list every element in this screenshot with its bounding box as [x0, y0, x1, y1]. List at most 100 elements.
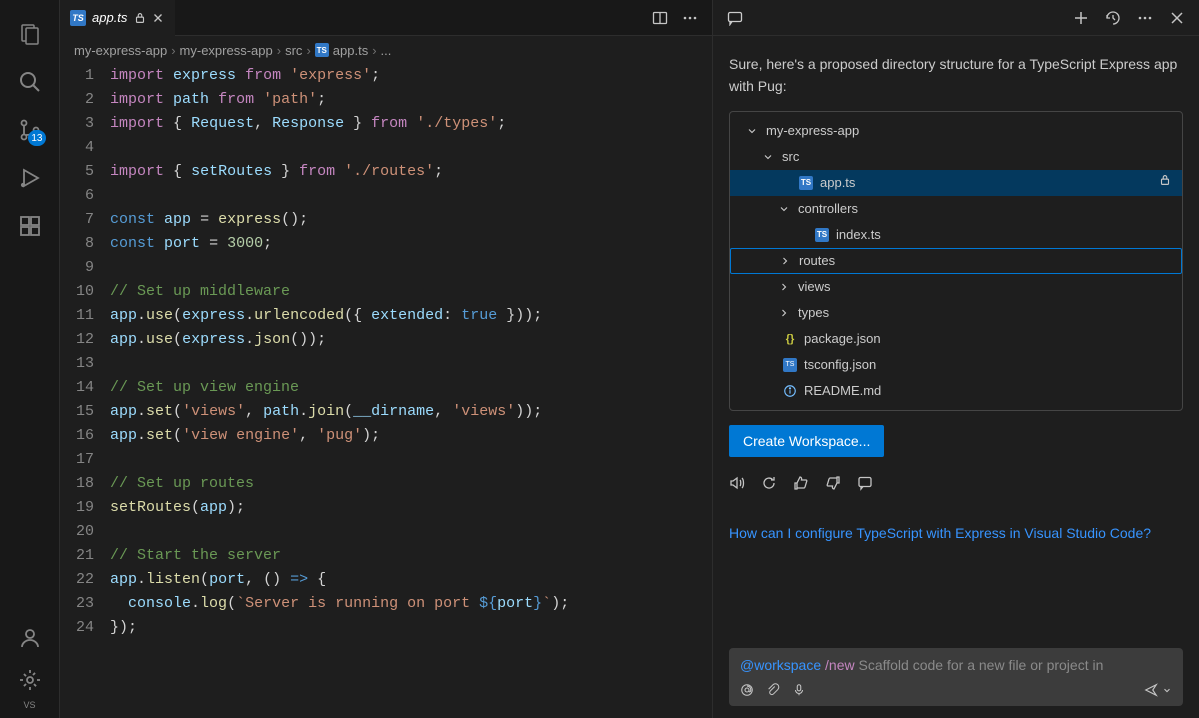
- code-editor[interactable]: 123456789101112131415161718192021222324 …: [60, 64, 712, 718]
- line-number: 13: [60, 352, 94, 376]
- tree-item[interactable]: my-express-app: [730, 118, 1182, 144]
- code-line[interactable]: [110, 256, 702, 280]
- tree-item-label: index.ts: [836, 225, 881, 245]
- close-icon[interactable]: [151, 11, 165, 25]
- code-line[interactable]: app.use(express.json());: [110, 328, 702, 352]
- chat-input[interactable]: @workspace /new Scaffold code for a new …: [729, 648, 1183, 706]
- code-line[interactable]: app.set('views', path.join(__dirname, 'v…: [110, 400, 702, 424]
- tree-item[interactable]: routes: [730, 248, 1182, 274]
- line-number: 8: [60, 232, 94, 256]
- code-line[interactable]: import { setRoutes } from './routes';: [110, 160, 702, 184]
- tree-item-label: package.json: [804, 329, 881, 349]
- new-chat-icon[interactable]: [1073, 10, 1089, 26]
- line-number: 17: [60, 448, 94, 472]
- send-dropdown-icon[interactable]: [1162, 685, 1172, 695]
- search-icon[interactable]: [6, 58, 54, 106]
- code-line[interactable]: import express from 'express';: [110, 64, 702, 88]
- code-line[interactable]: [110, 448, 702, 472]
- tree-item[interactable]: TSindex.ts: [730, 222, 1182, 248]
- tab-bar: TS app.ts: [60, 0, 712, 36]
- breadcrumb-item[interactable]: TS app.ts: [315, 43, 368, 58]
- speaker-icon[interactable]: [729, 475, 745, 491]
- code-line[interactable]: setRoutes(app);: [110, 496, 702, 520]
- tree-item-label: tsconfig.json: [804, 355, 876, 375]
- line-number: 5: [60, 160, 94, 184]
- tree-item[interactable]: types: [730, 300, 1182, 326]
- chevron-spacer: [760, 331, 776, 347]
- tree-item-label: types: [798, 303, 829, 323]
- history-icon[interactable]: [1105, 10, 1121, 26]
- chat-pane: Sure, here's a proposed directory struct…: [713, 0, 1199, 718]
- tree-item-label: app.ts: [820, 173, 855, 193]
- tree-item-label: src: [782, 147, 799, 167]
- tree-item[interactable]: controllers: [730, 196, 1182, 222]
- code-line[interactable]: const app = express();: [110, 208, 702, 232]
- comment-icon[interactable]: [727, 10, 743, 26]
- code-line[interactable]: [110, 352, 702, 376]
- chevron-down-icon[interactable]: [744, 123, 760, 139]
- tree-item[interactable]: README.md: [730, 378, 1182, 404]
- breadcrumb-more[interactable]: ...: [381, 43, 392, 58]
- source-control-icon[interactable]: 13: [6, 106, 54, 154]
- chat-input-rest: Scaffold code for a new file or project …: [855, 657, 1104, 673]
- code-line[interactable]: [110, 184, 702, 208]
- tree-item[interactable]: TStsconfig.json: [730, 352, 1182, 378]
- tree-item[interactable]: TSapp.ts: [730, 170, 1182, 196]
- retry-icon[interactable]: [761, 475, 777, 491]
- chevron-down-icon[interactable]: [776, 201, 792, 217]
- accounts-icon[interactable]: [6, 614, 54, 662]
- code-line[interactable]: import { Request, Response } from './typ…: [110, 112, 702, 136]
- tab-app-ts[interactable]: TS app.ts: [60, 0, 175, 36]
- attach-icon[interactable]: [766, 683, 780, 697]
- explorer-icon[interactable]: [6, 10, 54, 58]
- code-line[interactable]: [110, 136, 702, 160]
- code-line[interactable]: // Start the server: [110, 544, 702, 568]
- extensions-icon[interactable]: [6, 202, 54, 250]
- split-editor-icon[interactable]: [652, 10, 668, 26]
- code-line[interactable]: });: [110, 616, 702, 640]
- tree-item[interactable]: views: [730, 274, 1182, 300]
- breadcrumb-item[interactable]: src: [285, 43, 302, 58]
- mention-token: @workspace: [740, 657, 821, 673]
- code-line[interactable]: const port = 3000;: [110, 232, 702, 256]
- scm-badge: 13: [28, 130, 45, 146]
- chevron-right-icon[interactable]: [776, 305, 792, 321]
- thumbs-up-icon[interactable]: [793, 475, 809, 491]
- send-icon[interactable]: [1144, 683, 1158, 697]
- code-line[interactable]: // Set up middleware: [110, 280, 702, 304]
- code-line[interactable]: [110, 520, 702, 544]
- code-content[interactable]: import express from 'express';import pat…: [110, 64, 712, 718]
- chat-input-text[interactable]: @workspace /new Scaffold code for a new …: [740, 657, 1172, 673]
- microphone-icon[interactable]: [792, 683, 806, 697]
- code-line[interactable]: app.use(express.urlencoded({ extended: t…: [110, 304, 702, 328]
- code-line[interactable]: app.listen(port, () => {: [110, 568, 702, 592]
- tree-item-label: my-express-app: [766, 121, 859, 141]
- lock-icon: [1158, 173, 1172, 193]
- feedback-icon[interactable]: [857, 475, 873, 491]
- line-number: 4: [60, 136, 94, 160]
- tree-item[interactable]: {}package.json: [730, 326, 1182, 352]
- tree-item[interactable]: src: [730, 144, 1182, 170]
- chevron-right-icon[interactable]: [776, 279, 792, 295]
- settings-icon[interactable]: [6, 662, 54, 698]
- code-line[interactable]: // Set up view engine: [110, 376, 702, 400]
- code-line[interactable]: app.set('view engine', 'pug');: [110, 424, 702, 448]
- thumbs-down-icon[interactable]: [825, 475, 841, 491]
- code-line[interactable]: console.log(`Server is running on port $…: [110, 592, 702, 616]
- at-mention-icon[interactable]: [740, 683, 754, 697]
- create-workspace-button[interactable]: Create Workspace...: [729, 425, 884, 457]
- line-number: 9: [60, 256, 94, 280]
- code-line[interactable]: // Set up routes: [110, 472, 702, 496]
- chevron-right-icon[interactable]: [777, 253, 793, 269]
- run-debug-icon[interactable]: [6, 154, 54, 202]
- related-question-link[interactable]: How can I configure TypeScript with Expr…: [729, 523, 1183, 544]
- more-icon[interactable]: [682, 10, 698, 26]
- slash-command-token: /new: [825, 657, 855, 673]
- breadcrumb-item[interactable]: my-express-app: [180, 43, 273, 58]
- chevron-down-icon[interactable]: [760, 149, 776, 165]
- chat-assistant-message: Sure, here's a proposed directory struct…: [729, 54, 1183, 97]
- close-icon[interactable]: [1169, 10, 1185, 26]
- more-icon[interactable]: [1137, 10, 1153, 26]
- code-line[interactable]: import path from 'path';: [110, 88, 702, 112]
- breadcrumb-item[interactable]: my-express-app: [74, 43, 167, 58]
